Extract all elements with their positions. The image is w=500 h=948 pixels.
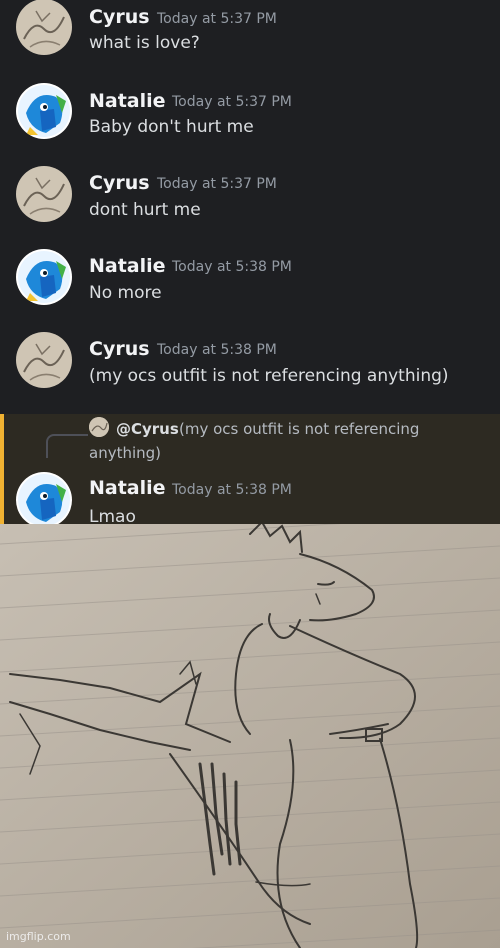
message-item[interactable]: Natalie Today at 5:37 PM Baby don't hurt… bbox=[0, 83, 500, 166]
message-text: No more bbox=[89, 283, 162, 303]
avatar-cyrus[interactable] bbox=[16, 0, 72, 55]
avatar-natalie[interactable] bbox=[16, 83, 72, 139]
author-name[interactable]: Cyrus bbox=[89, 6, 150, 28]
message-item[interactable]: Cyrus Today at 5:37 PM what is love? bbox=[0, 0, 500, 83]
reply-quoted-text-continued[interactable]: anything) bbox=[89, 444, 161, 462]
author-name[interactable]: Cyrus bbox=[89, 338, 150, 360]
timestamp: Today at 5:37 PM bbox=[172, 94, 292, 110]
chat-log: Cyrus Today at 5:37 PM what is love? Nat… bbox=[0, 0, 500, 414]
message-item[interactable]: Cyrus Today at 5:37 PM dont hurt me bbox=[0, 166, 500, 249]
sketch-photo bbox=[0, 524, 500, 948]
avatar-natalie[interactable] bbox=[16, 472, 72, 528]
message-text: Baby don't hurt me bbox=[89, 117, 254, 137]
timestamp: Today at 5:38 PM bbox=[157, 342, 277, 358]
timestamp: Today at 5:37 PM bbox=[157, 176, 277, 192]
author-name[interactable]: Natalie bbox=[89, 255, 166, 277]
reply-quoted-text[interactable]: (my ocs outfit is not referencing bbox=[179, 420, 419, 438]
author-name[interactable]: Cyrus bbox=[89, 172, 150, 194]
reply-mention[interactable]: @Cyrus bbox=[116, 420, 179, 438]
message-item[interactable]: Natalie Today at 5:38 PM No more bbox=[0, 249, 500, 332]
watermark-text: imgflip.com bbox=[6, 930, 71, 943]
message-item[interactable]: Natalie Today at 5:38 PM Lmao bbox=[0, 469, 500, 528]
timestamp: Today at 5:38 PM bbox=[172, 259, 292, 275]
message-text: what is love? bbox=[89, 33, 200, 53]
avatar-cyrus[interactable] bbox=[16, 332, 72, 388]
timestamp: Today at 5:37 PM bbox=[157, 11, 277, 27]
avatar-cyrus[interactable] bbox=[16, 166, 72, 222]
timestamp: Today at 5:38 PM bbox=[172, 482, 292, 498]
reply-connector bbox=[46, 434, 88, 458]
message-item[interactable]: Cyrus Today at 5:38 PM (my ocs outfit is… bbox=[0, 332, 500, 415]
message-text: dont hurt me bbox=[89, 200, 201, 220]
avatar-natalie[interactable] bbox=[16, 249, 72, 305]
author-name[interactable]: Natalie bbox=[89, 90, 166, 112]
reply-avatar[interactable] bbox=[89, 417, 109, 437]
message-text: (my ocs outfit is not referencing anythi… bbox=[89, 366, 449, 386]
author-name[interactable]: Natalie bbox=[89, 477, 166, 499]
